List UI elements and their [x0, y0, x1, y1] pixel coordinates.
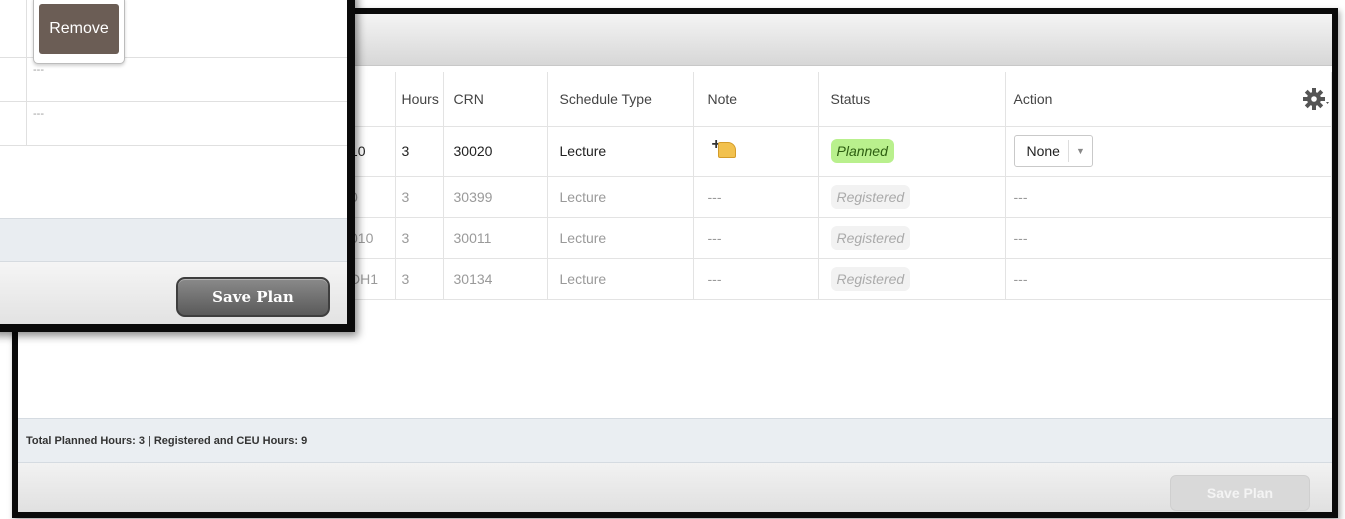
hours-cell: 3	[395, 258, 444, 300]
action-cell: ---	[1005, 217, 1332, 259]
crn-cell: 30399	[443, 176, 548, 218]
save-plan-button-disabled: Save Plan	[1170, 475, 1310, 511]
save-plan-button[interactable]: Save Plan	[176, 277, 330, 317]
status-badge: Planned	[830, 139, 894, 163]
column-header-status[interactable]: Status	[818, 72, 1006, 127]
column-divider	[26, 0, 27, 57]
summary-separator: |	[147, 434, 151, 447]
registered-ceu-hours: Registered and CEU Hours: 9	[153, 434, 308, 447]
zoomed-overlay-window: Remove --- --- Save Plan	[0, 0, 355, 332]
note-cell: ---	[693, 217, 819, 259]
overlay-summary-bar	[0, 218, 347, 262]
schedule-type-cell: Lecture	[547, 126, 694, 177]
hours-summary-bar: Total Planned Hours: 3 | Registered and …	[18, 418, 1332, 463]
column-header-hours[interactable]: Hours	[395, 72, 444, 127]
schedule-type-cell: Lecture	[547, 217, 694, 259]
gear-icon[interactable]	[1302, 86, 1332, 114]
crn-cell: 30011	[443, 217, 548, 259]
status-cell: Planned	[818, 126, 1006, 177]
hours-cell: 3	[395, 217, 444, 259]
overlay-row: ---	[0, 58, 347, 102]
total-planned-hours: Total Planned Hours: 3	[26, 434, 145, 447]
add-note-icon[interactable]: +	[712, 136, 738, 160]
column-header-schedule-type[interactable]: Schedule Type	[547, 72, 694, 127]
overlay-row: ---	[0, 102, 347, 146]
row-placeholder: ---	[33, 108, 44, 120]
status-badge: Registered	[830, 184, 911, 209]
status-badge: Registered	[830, 225, 911, 250]
status-badge: Registered	[830, 266, 911, 291]
row-placeholder: ---	[33, 64, 44, 76]
column-header-crn[interactable]: CRN	[443, 72, 548, 127]
status-cell: Registered	[818, 176, 1006, 218]
hours-cell: 3	[395, 126, 444, 177]
hours-cell: 3	[395, 176, 444, 218]
window-footer: Save Plan	[18, 463, 1332, 512]
action-cell: ---	[1005, 258, 1332, 300]
crn-cell: 30020	[443, 126, 548, 177]
column-divider	[26, 102, 27, 145]
action-select[interactable]: None ▼	[1013, 135, 1093, 167]
overlay-row: Remove	[0, 0, 347, 64]
remove-popup: Remove	[33, 0, 125, 64]
chevron-down-icon[interactable]: ▼	[1067, 140, 1092, 162]
column-divider	[26, 58, 27, 101]
status-cell: Registered	[818, 217, 1006, 259]
column-header-note[interactable]: Note	[693, 72, 819, 127]
note-cell: ---	[693, 258, 819, 300]
action-cell: None ▼	[1005, 126, 1332, 177]
crn-cell: 30134	[443, 258, 548, 300]
note-cell: ---	[693, 176, 819, 218]
column-header-action[interactable]: Action	[1005, 72, 1332, 127]
schedule-type-cell: Lecture	[547, 176, 694, 218]
note-cell: +	[693, 126, 819, 177]
status-cell: Registered	[818, 258, 1006, 300]
schedule-type-cell: Lecture	[547, 258, 694, 300]
action-cell: ---	[1005, 176, 1332, 218]
overlay-footer: Save Plan	[0, 262, 347, 324]
action-select-value: None	[1026, 143, 1060, 159]
remove-button[interactable]: Remove	[39, 4, 119, 54]
